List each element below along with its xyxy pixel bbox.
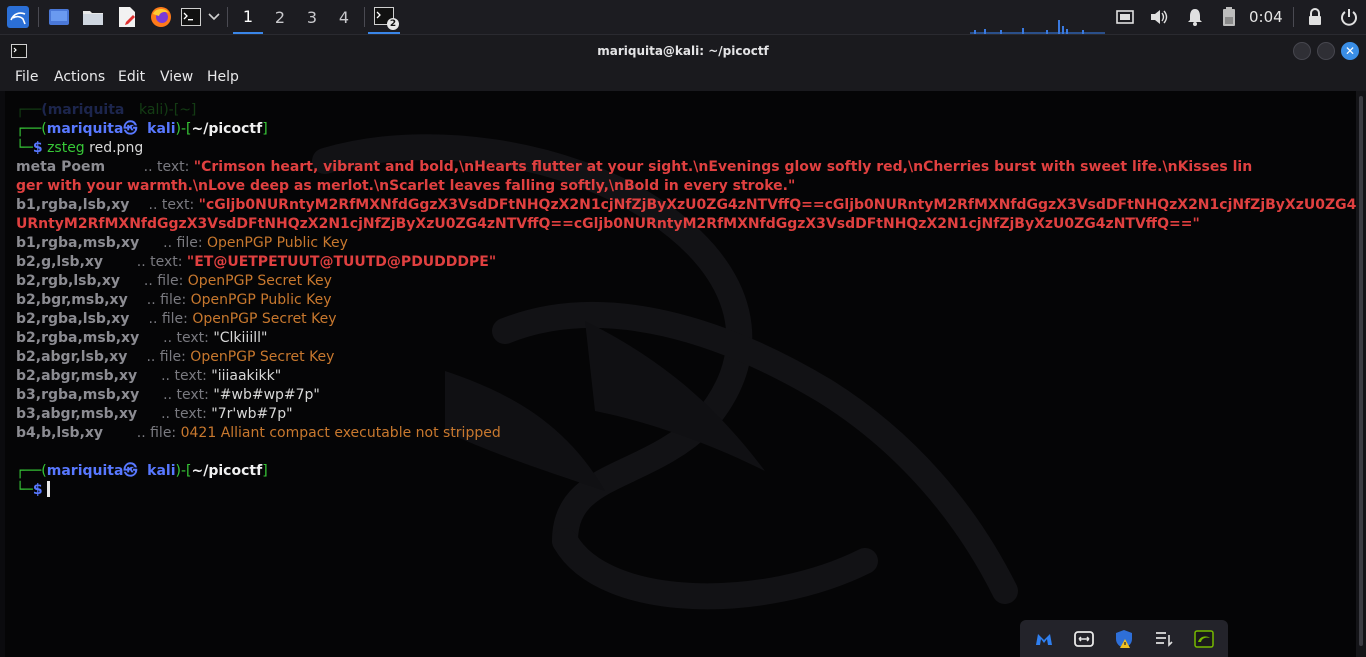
workspace-3[interactable]: 3 bbox=[297, 0, 327, 34]
clipboard-menu-icon[interactable] bbox=[1154, 629, 1174, 649]
top-panel: 1 2 3 4 2 0:04 bbox=[0, 0, 1366, 35]
panel-separator bbox=[227, 7, 228, 27]
output-line: b2,bgr,msb,xy .. file: OpenPGP Public Ke… bbox=[16, 292, 332, 308]
input-line[interactable]: └─$ bbox=[16, 481, 51, 500]
kali-menu-icon[interactable] bbox=[4, 4, 32, 30]
close-button[interactable]: ✕ bbox=[1341, 42, 1359, 60]
file-manager-icon[interactable] bbox=[80, 4, 106, 30]
window-title: mariquita@kali: ~/picoctf bbox=[597, 44, 769, 58]
panel-separator bbox=[364, 7, 365, 27]
prompt-line: ┌──(mariquita㉿ kali)-[~/picoctf] bbox=[16, 121, 268, 137]
show-desktop-icon[interactable] bbox=[46, 4, 72, 30]
network-activity-graph bbox=[970, 20, 1105, 34]
output-line: meta Poem .. text: "Crimson heart, vibra… bbox=[16, 159, 1253, 175]
maximize-button[interactable] bbox=[1317, 42, 1335, 60]
output-line: b3,abgr,msb,xy .. text: "7r'wb#7p" bbox=[16, 406, 293, 422]
output-line: b2,abgr,msb,xy .. text: "iiiaakikk" bbox=[16, 368, 282, 384]
shield-warning-icon[interactable] bbox=[1114, 629, 1134, 649]
malwarebytes-icon[interactable] bbox=[1034, 629, 1054, 649]
window-count-badge: 2 bbox=[387, 18, 399, 30]
workspace-2[interactable]: 2 bbox=[265, 0, 295, 34]
prompt-line: ┌──(mariquita㉿ kali)-[~/picoctf] bbox=[16, 463, 268, 479]
scrollbar-thumb[interactable] bbox=[1359, 96, 1363, 646]
notifications-bell-icon[interactable] bbox=[1184, 4, 1206, 30]
menu-bar: File Actions Edit View Help bbox=[0, 67, 1366, 91]
workspace-1[interactable]: 1 bbox=[233, 0, 263, 34]
output-line: b2,g,lsb,xy .. text: "ET@UETPETUUT@TUUTD… bbox=[16, 254, 497, 270]
lock-screen-icon[interactable] bbox=[1304, 4, 1326, 30]
chevron-down-icon[interactable] bbox=[206, 4, 222, 30]
menu-help[interactable]: Help bbox=[207, 69, 239, 85]
nvidia-settings-icon[interactable] bbox=[1194, 629, 1214, 649]
power-icon[interactable] bbox=[1338, 4, 1360, 30]
output-line: b2,abgr,lsb,xy .. file: OpenPGP Secret K… bbox=[16, 349, 335, 365]
panel-separator bbox=[1293, 7, 1294, 27]
terminal-task-button[interactable]: 2 bbox=[368, 0, 400, 34]
bottom-dock bbox=[1020, 620, 1228, 657]
text-editor-icon[interactable] bbox=[114, 4, 140, 30]
output-line: b2,rgb,lsb,xy .. file: OpenPGP Secret Ke… bbox=[16, 273, 332, 289]
output-line: b1,rgba,lsb,xy .. text: "cGljb0NURntyM2R… bbox=[16, 197, 1356, 213]
terminal-launcher-icon[interactable] bbox=[180, 4, 202, 30]
minimize-button[interactable] bbox=[1293, 42, 1311, 60]
output-line: b1,rgba,msb,xy .. file: OpenPGP Public K… bbox=[16, 235, 348, 251]
screen-display-icon[interactable] bbox=[1114, 4, 1136, 30]
output-line: b2,rgba,lsb,xy .. file: OpenPGP Secret K… bbox=[16, 311, 337, 327]
output-line: b4,b,lsb,xy .. file: 0421 Alliant compac… bbox=[16, 425, 501, 441]
output-line: b3,rgba,msb,xy .. text: "#wb#wp#7p" bbox=[16, 387, 320, 403]
previous-prompt: ┌──(mariquita kali)-[~] bbox=[16, 102, 197, 118]
command-line: └─$ zsteg red.png bbox=[16, 140, 144, 156]
menu-edit[interactable]: Edit bbox=[118, 69, 145, 85]
window-titlebar[interactable]: mariquita@kali: ~/picoctf ✕ bbox=[0, 35, 1366, 67]
volume-icon[interactable] bbox=[1148, 4, 1170, 30]
output-line: b2,rgba,msb,xy .. text: "Clkiiill" bbox=[16, 330, 268, 346]
battery-icon[interactable] bbox=[1218, 4, 1240, 30]
output-line: URntyM2RfMXNfdGgzX3VsdDFtNHQzX2N1cjNfZjB… bbox=[16, 216, 1200, 232]
clock[interactable]: 0:04 bbox=[1249, 0, 1283, 34]
teamviewer-icon[interactable] bbox=[1074, 629, 1094, 649]
workspace-4[interactable]: 4 bbox=[329, 0, 359, 34]
terminal-output[interactable]: ┌──(mariquita kali)-[~] ┌──(mariquita㉿ k… bbox=[5, 91, 1356, 657]
menu-view[interactable]: View bbox=[160, 69, 193, 85]
output-line: ger with your warmth.\nLove deep as merl… bbox=[16, 178, 796, 194]
text-cursor bbox=[47, 481, 51, 497]
firefox-icon[interactable] bbox=[148, 4, 174, 30]
menu-file[interactable]: File bbox=[15, 69, 38, 85]
panel-separator bbox=[38, 7, 39, 27]
menu-actions[interactable]: Actions bbox=[54, 69, 105, 85]
